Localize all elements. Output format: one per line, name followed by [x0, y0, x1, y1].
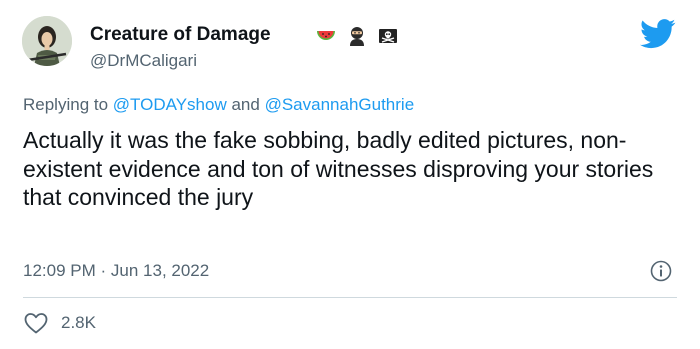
like-count: 2.8K — [61, 313, 96, 332]
like-button[interactable]: 2.8K — [23, 311, 96, 335]
ninja-icon — [350, 27, 364, 46]
replying-to: Replying to @TODAYshow and @SavannahGuth… — [23, 94, 414, 116]
replying-to-joiner: and — [231, 95, 260, 114]
timestamp-separator: · — [100, 261, 107, 280]
divider — [23, 297, 677, 298]
mention-savannahguthrie[interactable]: @SavannahGuthrie — [265, 95, 415, 114]
tweet-text: Actually it was the fake sobbing, badly … — [23, 127, 654, 210]
heart-icon — [24, 313, 48, 334]
display-name[interactable]: Creature of Damage — [90, 24, 271, 46]
tweet-timestamp[interactable]: 12:09 PM · Jun 13, 2022 — [23, 260, 209, 282]
name-emojis — [316, 26, 398, 46]
tweet-date: Jun 13, 2022 — [110, 261, 210, 280]
avatar-image — [22, 16, 72, 66]
avatar[interactable] — [22, 16, 72, 66]
user-handle[interactable]: @DrMCaligari — [90, 51, 197, 71]
replying-to-label: Replying to — [23, 95, 109, 114]
skull-crossbones-flag-icon — [379, 29, 397, 43]
mention-todayshow[interactable]: @TODAYshow — [113, 95, 227, 114]
tweet-time: 12:09 PM — [23, 261, 96, 280]
watermelon-icon — [317, 31, 335, 40]
info-icon[interactable] — [649, 259, 673, 283]
twitter-bird-icon[interactable] — [640, 19, 676, 49]
